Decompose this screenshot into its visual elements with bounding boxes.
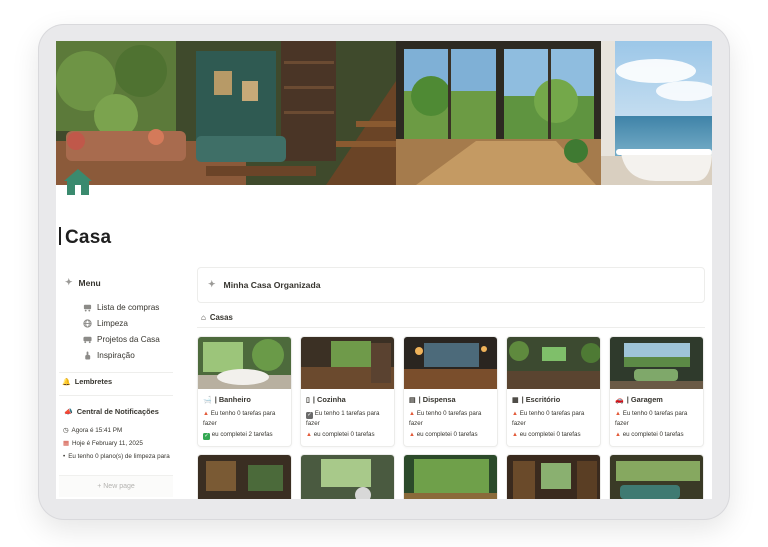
- card-cover-image: [610, 455, 703, 499]
- card-title: 🚗 | Garagem: [615, 395, 663, 404]
- card-cover-image: [404, 455, 497, 499]
- menu-item-inspiracao[interactable]: Inspiração: [83, 351, 135, 360]
- menu-item-limpeza[interactable]: Limpeza: [83, 319, 128, 328]
- card-escritorio[interactable]: ▦ | Escritório ▲ Eu tenho 0 tarefas para …: [506, 336, 601, 447]
- menu-item-projetos-da-casa[interactable]: Projetos da Casa: [83, 335, 160, 344]
- house-icon[interactable]: [63, 167, 93, 197]
- office-icon: ▦: [512, 396, 519, 404]
- card-todo: ▲ Eu tenho 0 tarefas para fazer: [615, 410, 688, 427]
- notification-center: 📣 Central de Notificações ◷ Agora é 15:41…: [59, 395, 173, 475]
- card-done: ▲ eu completei 0 tarefas: [409, 431, 478, 438]
- card-todo: ✓ Eu tenho 1 tarefas para fazer: [306, 410, 380, 427]
- cover-image[interactable]: [56, 41, 712, 185]
- card-preview[interactable]: [197, 454, 292, 499]
- lembretes-heading[interactable]: 🔔 Lembretes: [62, 377, 112, 386]
- organizada-title: ✦ Minha Casa Organizada: [208, 279, 321, 290]
- card-garagem[interactable]: 🚗 | Garagem ▲ Eu tenho 0 tarefas para faz…: [609, 336, 704, 447]
- warning-icon: ▲: [409, 432, 415, 438]
- hand-pointer-icon: [85, 351, 91, 360]
- bathtub-icon: 🛁: [203, 396, 212, 404]
- notification-cleaning: • Eu tenho 0 plano(s) de limpeza para: [63, 453, 170, 460]
- card-title: ▯ | Cozinha: [306, 395, 346, 404]
- menu-card: ✦ Menu Lista de compras Limpeza Projetos…: [59, 267, 173, 373]
- card-preview[interactable]: [609, 454, 704, 499]
- menu-item-lista-de-compras[interactable]: Lista de compras: [83, 303, 159, 312]
- warning-icon: ▲: [615, 411, 621, 417]
- clock-icon: ◷: [63, 427, 69, 434]
- card-cozinha[interactable]: ▯ | Cozinha ✓ Eu tenho 1 tarefas para faz…: [300, 336, 395, 447]
- card-cover-image: [301, 337, 394, 389]
- notification-time: ◷ Agora é 15:41 PM: [63, 427, 123, 434]
- card-done: ✓ eu completei 2 tarefas: [203, 431, 273, 440]
- warning-icon: ▲: [409, 411, 415, 417]
- car-icon: 🚗: [615, 396, 624, 404]
- megaphone-icon: 📣: [64, 408, 73, 416]
- card-title: 🛁 | Banheiro: [203, 395, 251, 404]
- card-cover-image: [198, 455, 291, 499]
- card-cover-image: [198, 337, 291, 389]
- notification-date: ▦ Hoje é February 11, 2025: [63, 440, 143, 447]
- warning-icon: ▲: [615, 432, 621, 438]
- card-preview[interactable]: [403, 454, 498, 499]
- card-banheiro[interactable]: 🛁 | Banheiro ▲ Eu tenho 0 tarefas para fa…: [197, 336, 292, 447]
- card-cover-image: [404, 337, 497, 389]
- card-done: ▲ eu completei 0 tarefas: [512, 431, 581, 438]
- new-page-button[interactable]: + New page: [59, 475, 173, 497]
- card-done: ▲ eu completei 0 tarefas: [306, 431, 375, 438]
- notion-page: Casa ✦ Menu Lista de compras Limpeza Pro…: [56, 41, 712, 499]
- card-cover-image: [507, 455, 600, 499]
- shopping-cart-icon: [83, 304, 92, 312]
- globe-icon: [83, 319, 92, 328]
- bullet-icon: •: [63, 453, 66, 460]
- sparkle-icon: ✦: [65, 277, 73, 287]
- card-title: ▤ | Dispensa: [409, 395, 456, 404]
- organizada-callout: ✦ Minha Casa Organizada: [197, 267, 705, 303]
- page-title: Casa: [59, 227, 111, 249]
- card-preview[interactable]: [506, 454, 601, 499]
- card-todo: ▲ Eu tenho 0 tarefas para fazer: [409, 410, 482, 427]
- card-dispensa[interactable]: ▤ | Dispensa ▲ Eu tenho 0 tarefas para fa…: [403, 336, 498, 447]
- notification-heading: 📣 Central de Notificações: [64, 407, 159, 416]
- card-cover-image: [301, 455, 394, 499]
- card-done: ▲ eu completei 0 tarefas: [615, 431, 684, 438]
- casas-heading[interactable]: ⌂ Casas: [201, 313, 233, 322]
- pantry-icon: ▤: [409, 396, 416, 404]
- sparkle-icon: ✦: [208, 279, 216, 289]
- divider: [197, 327, 705, 328]
- warning-icon: ▲: [203, 411, 209, 417]
- card-title: ▦ | Escritório: [512, 395, 561, 404]
- sidebar: ✦ Menu Lista de compras Limpeza Projetos…: [59, 267, 173, 497]
- card-cover-image: [507, 337, 600, 389]
- menu-heading: ✦ Menu: [65, 277, 101, 288]
- card-todo: ▲ Eu tenho 0 tarefas para fazer: [512, 410, 585, 427]
- bus-icon: [83, 336, 92, 344]
- warning-icon: ▲: [306, 432, 312, 438]
- warning-icon: ▲: [512, 432, 518, 438]
- card-preview[interactable]: [300, 454, 395, 499]
- warning-icon: ▲: [512, 411, 518, 417]
- calendar-icon: ▦: [63, 440, 69, 447]
- check-icon: ✓: [203, 433, 210, 440]
- bell-icon: 🔔: [62, 378, 71, 386]
- checkbox-icon: ✓: [306, 412, 313, 419]
- house-small-icon: ⌂: [201, 313, 206, 322]
- card-todo: ▲ Eu tenho 0 tarefas para fazer: [203, 410, 276, 427]
- fridge-icon: ▯: [306, 396, 310, 404]
- card-cover-image: [610, 337, 703, 389]
